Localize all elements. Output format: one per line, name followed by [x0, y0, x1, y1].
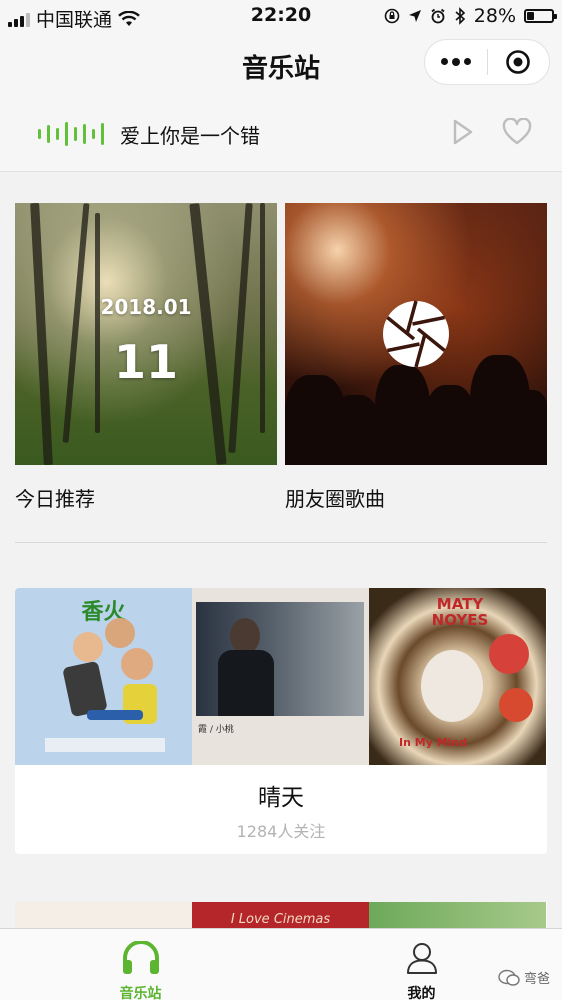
playlist-card[interactable]: 香火 霞 / 小桃 MATY NOYES In My Mind 晴天 1284人… — [15, 588, 547, 854]
person-icon — [406, 943, 437, 974]
tab-bar: 音乐站 我的 — [0, 928, 562, 1000]
music-station-page: 中国联通 22:20 28% 音乐站 爱上你是一个错 2018.01 11 今日… — [0, 0, 562, 1000]
cover-2-caption: 霞 / 小桃 — [198, 725, 234, 735]
more-dots-icon — [440, 58, 471, 66]
playlist-cover-2: 霞 / 小桃 — [192, 588, 369, 765]
more-button[interactable] — [425, 40, 487, 84]
camera-shutter-icon — [383, 300, 449, 368]
playlist-cover-3: MATY NOYES In My Mind — [369, 588, 546, 765]
play-icon[interactable] — [452, 118, 474, 146]
tab-music-station[interactable]: 音乐站 — [0, 929, 281, 1000]
moments-songs-label[interactable]: 朋友圈歌曲 — [285, 483, 385, 512]
playlist-name: 晴天 — [258, 785, 304, 811]
heart-icon[interactable] — [502, 118, 532, 146]
recommend-date: 2018.01 — [100, 295, 192, 319]
wechat-logo-icon — [498, 969, 520, 986]
recommend-day: 11 — [113, 335, 178, 389]
tab-mine[interactable]: 我的 — [281, 929, 562, 1000]
alarm-icon — [431, 8, 445, 24]
cover-3-title: MATY NOYES — [431, 595, 489, 629]
cover-1-title: 香火 — [81, 600, 126, 625]
close-button[interactable] — [487, 40, 549, 84]
playlist-followers: 1284人关注 — [236, 822, 326, 841]
moments-songs-cover[interactable] — [285, 203, 547, 465]
section-divider — [15, 542, 547, 543]
nav-bar: 音乐站 — [0, 34, 562, 96]
rotation-lock-icon — [384, 8, 400, 24]
playlist-cover-1: 香火 — [15, 588, 192, 765]
battery-percent: 28% — [473, 5, 516, 27]
location-icon — [408, 10, 421, 22]
status-bar: 中国联通 22:20 28% — [0, 0, 562, 34]
sound-wave-icon — [38, 120, 104, 148]
mini-program-capsule — [424, 39, 550, 85]
now-playing-bar[interactable]: 爱上你是一个错 — [0, 96, 562, 172]
daily-recommend-label[interactable]: 今日推荐 — [15, 483, 95, 512]
headphones-icon — [122, 941, 159, 974]
status-right: 28% — [384, 5, 557, 27]
now-playing-title: 爱上你是一个错 — [120, 124, 260, 148]
target-circle-icon — [506, 50, 531, 74]
cover-3-subtitle: In My Mind — [399, 736, 468, 749]
watermark-text: 弯爸 — [523, 972, 550, 987]
daily-recommend-cover[interactable]: 2018.01 11 — [15, 203, 277, 465]
battery-level — [527, 12, 534, 20]
watermark: 弯爸 — [498, 968, 550, 987]
tab-label-music-station: 音乐站 — [119, 986, 162, 1000]
bluetooth-icon — [455, 7, 465, 25]
battery-icon — [524, 9, 557, 23]
